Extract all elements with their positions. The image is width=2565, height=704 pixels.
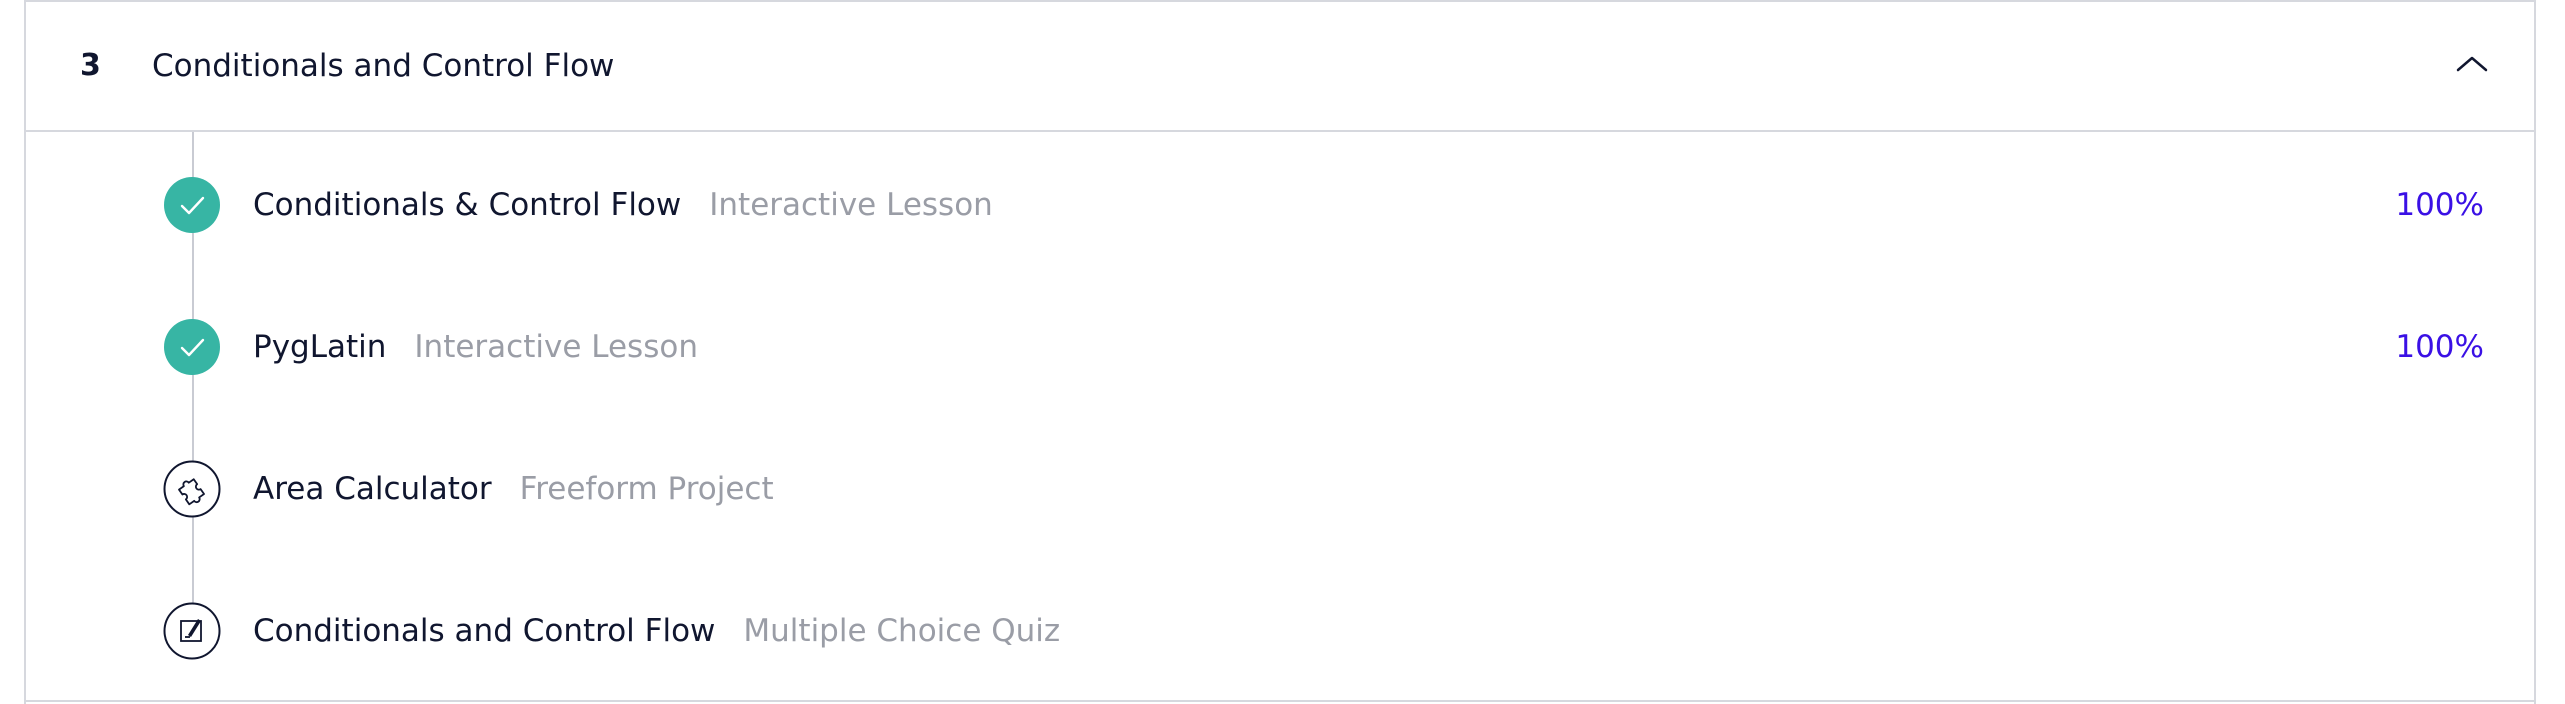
module-panel: 3 Conditionals and Control Flow Conditio… — [24, 0, 2536, 704]
item-progress: 100% — [2395, 329, 2484, 365]
chevron-up-icon[interactable] — [2454, 52, 2490, 76]
item-text: Area Calculator Freeform Project — [253, 468, 774, 510]
item-type: Freeform Project — [519, 471, 774, 507]
quiz-icon — [163, 602, 221, 660]
item-type: Interactive Lesson — [709, 187, 993, 223]
item-title: Conditionals and Control Flow — [253, 613, 716, 649]
item-type: Interactive Lesson — [414, 329, 698, 365]
list-item[interactable]: Area Calculator Freeform Project — [26, 460, 2534, 520]
item-text: PygLatin Interactive Lesson — [253, 326, 698, 368]
module-header[interactable]: 3 Conditionals and Control Flow — [26, 2, 2534, 132]
item-title: Area Calculator — [253, 471, 492, 507]
panel-bottom-border — [26, 700, 2534, 702]
item-type: Multiple Choice Quiz — [743, 613, 1061, 649]
item-text: Conditionals & Control Flow Interactive L… — [253, 184, 993, 226]
list-item[interactable]: Conditionals & Control Flow Interactive L… — [26, 176, 2534, 236]
module-title: Conditionals and Control Flow — [152, 48, 615, 84]
module-number: 3 — [80, 48, 101, 83]
list-item[interactable]: Conditionals and Control Flow Multiple Ch… — [26, 602, 2534, 662]
item-text: Conditionals and Control Flow Multiple Ch… — [253, 610, 1060, 652]
item-progress: 100% — [2395, 187, 2484, 223]
check-icon — [164, 319, 220, 375]
check-icon — [164, 177, 220, 233]
list-item[interactable]: PygLatin Interactive Lesson 100% — [26, 318, 2534, 378]
puzzle-icon — [163, 460, 221, 518]
item-title: Conditionals & Control Flow — [253, 187, 682, 223]
item-title: PygLatin — [253, 329, 387, 365]
